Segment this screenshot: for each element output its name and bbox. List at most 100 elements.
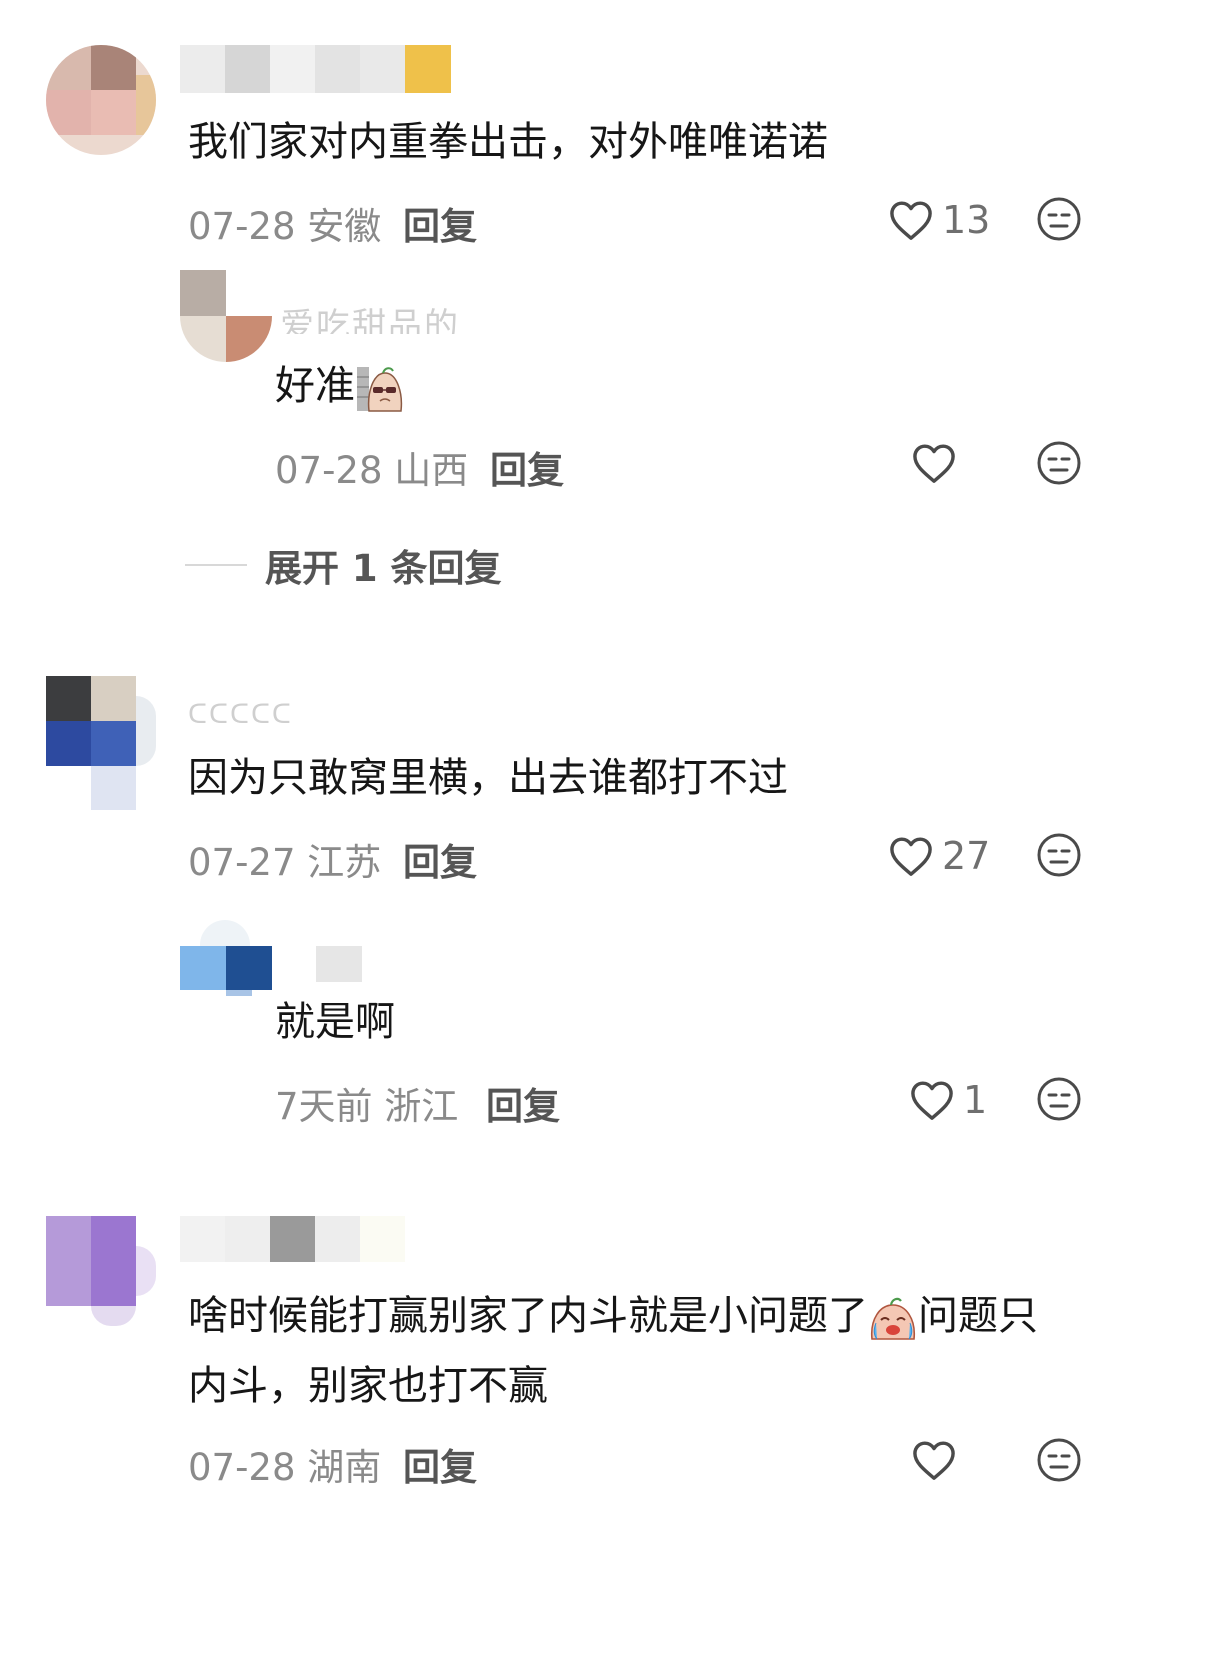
dislike-button[interactable] bbox=[1036, 832, 1082, 878]
reply-button[interactable]: 回复 bbox=[403, 1437, 477, 1491]
heart-outline-icon bbox=[913, 444, 955, 483]
comment-meta: 07-28 安徽 bbox=[188, 196, 381, 250]
reply-button[interactable]: 回复 bbox=[490, 440, 564, 494]
avatar-mosaic bbox=[91, 45, 136, 90]
name-mosaic bbox=[360, 1216, 405, 1262]
meh-face-icon bbox=[1037, 1438, 1081, 1482]
avatar-mosaic bbox=[46, 721, 91, 766]
comment-date: 07-27 bbox=[188, 841, 296, 884]
avatar-mosaic bbox=[226, 316, 272, 362]
avatar-mosaic bbox=[226, 270, 272, 316]
name-mosaic bbox=[315, 1216, 360, 1262]
avatar-mosaic bbox=[91, 766, 136, 810]
avatar-mosaic bbox=[46, 90, 91, 135]
avatar[interactable] bbox=[180, 920, 272, 996]
comment-meta: 07-28 湖南 bbox=[188, 1437, 381, 1491]
name-mosaic bbox=[270, 45, 315, 93]
avatar-mosaic bbox=[91, 1216, 136, 1306]
avatar-mosaic bbox=[200, 920, 250, 946]
like-button[interactable]: 1 bbox=[909, 1078, 987, 1122]
like-count: 1 bbox=[963, 1078, 988, 1122]
dislike-button[interactable] bbox=[1036, 1437, 1082, 1483]
comment-text: 我们家对内重拳出击，对外唯唯诺诺 bbox=[188, 119, 828, 165]
name-mosaic bbox=[180, 1216, 225, 1262]
comment-location: 安徽 bbox=[307, 205, 382, 248]
avatar[interactable] bbox=[46, 676, 156, 810]
reply-meta: 07-28 山西 bbox=[275, 440, 468, 494]
username-blurred[interactable] bbox=[316, 946, 362, 982]
name-mosaic bbox=[405, 45, 451, 93]
like-button[interactable] bbox=[911, 1439, 957, 1481]
comment-text: 因为只敢窝里横，出去谁都打不过 bbox=[188, 755, 788, 801]
avatar-mosaic bbox=[180, 270, 226, 316]
meh-face-icon bbox=[1037, 197, 1081, 241]
name-mosaic bbox=[270, 1216, 315, 1262]
avatar-mosaic bbox=[136, 75, 156, 135]
heart-outline-icon bbox=[890, 837, 932, 876]
name-mosaic bbox=[225, 1216, 270, 1262]
avatar-mosaic bbox=[180, 946, 226, 990]
avatar-mosaic bbox=[46, 1216, 91, 1306]
avatar-mosaic bbox=[180, 316, 226, 362]
heart-outline-icon bbox=[890, 201, 932, 240]
avatar[interactable] bbox=[46, 45, 156, 155]
comment-meta: 07-27 江苏 bbox=[188, 832, 381, 886]
comment-text-line1: 啥时候能打赢别家了内斗就是小问题了 bbox=[188, 1293, 868, 1339]
dislike-button[interactable] bbox=[1036, 196, 1082, 242]
avatar-mosaic bbox=[46, 676, 91, 721]
dislike-button[interactable] bbox=[1036, 1076, 1082, 1122]
divider-line bbox=[185, 564, 247, 566]
reply-location: 山西 bbox=[394, 449, 469, 492]
avatar[interactable] bbox=[180, 270, 272, 362]
avatar-mosaic bbox=[91, 90, 136, 135]
reply-username[interactable]: 爱吃甜品的 bbox=[280, 298, 510, 334]
avatar-mosaic bbox=[136, 696, 156, 766]
like-count: 27 bbox=[942, 834, 991, 878]
reply-location: 浙江 bbox=[384, 1085, 459, 1128]
avatar-mosaic bbox=[91, 676, 136, 721]
expand-replies-label: 展开 1 条回复 bbox=[265, 547, 502, 590]
reply-button[interactable]: 回复 bbox=[403, 196, 477, 250]
username-blurred[interactable] bbox=[180, 1216, 405, 1262]
reply-button[interactable]: 回复 bbox=[486, 1076, 560, 1130]
reply-date: 07-28 bbox=[275, 449, 383, 492]
username[interactable]: ᑕᑕᑕᑕᑕ bbox=[188, 700, 298, 728]
reply-text-content: 好准 bbox=[275, 363, 355, 409]
heart-outline-icon bbox=[911, 1081, 953, 1120]
avatar-mosaic bbox=[46, 45, 91, 90]
reply-text: 就是啊 bbox=[275, 999, 395, 1045]
name-mosaic bbox=[315, 45, 360, 93]
avatar[interactable] bbox=[46, 1216, 156, 1326]
avatar-mosaic bbox=[91, 1306, 136, 1326]
comment-date: 07-28 bbox=[188, 205, 296, 248]
comment-location: 江苏 bbox=[307, 841, 382, 884]
reply-date: 7天前 bbox=[275, 1085, 373, 1128]
heart-outline-icon bbox=[913, 1441, 955, 1480]
dislike-button[interactable] bbox=[1036, 440, 1082, 486]
avatar-mosaic bbox=[226, 946, 272, 990]
reply-text: 好准 bbox=[275, 350, 405, 422]
comment-text: 啥时候能打赢别家了内斗就是小问题了 问题只 bbox=[188, 1280, 1038, 1352]
avatar-mosaic bbox=[136, 1246, 156, 1296]
comment-date: 07-28 bbox=[188, 1446, 296, 1489]
like-button[interactable]: 13 bbox=[888, 198, 990, 242]
username-blurred[interactable] bbox=[180, 45, 452, 93]
avatar-mosaic bbox=[91, 721, 136, 766]
crying-laughing-emoji bbox=[870, 1297, 916, 1340]
comment-text-line1-cont: 问题只 bbox=[918, 1293, 1038, 1339]
meh-face-icon bbox=[1037, 833, 1081, 877]
reply-button[interactable]: 回复 bbox=[403, 832, 477, 886]
peeking-wall-emoji bbox=[357, 367, 403, 412]
like-count: 13 bbox=[942, 198, 991, 242]
name-mosaic bbox=[316, 946, 362, 982]
comment-location: 湖南 bbox=[307, 1446, 382, 1489]
name-mosaic bbox=[360, 45, 405, 93]
like-button[interactable]: 27 bbox=[888, 834, 990, 878]
like-button[interactable] bbox=[911, 442, 957, 484]
name-mosaic bbox=[225, 45, 270, 93]
comment-text-line2: 内斗，别家也打不赢 bbox=[188, 1363, 548, 1409]
expand-replies-button[interactable]: 展开 1 条回复 bbox=[185, 538, 502, 592]
name-mosaic bbox=[180, 45, 225, 93]
meh-face-icon bbox=[1037, 441, 1081, 485]
meh-face-icon bbox=[1037, 1077, 1081, 1121]
